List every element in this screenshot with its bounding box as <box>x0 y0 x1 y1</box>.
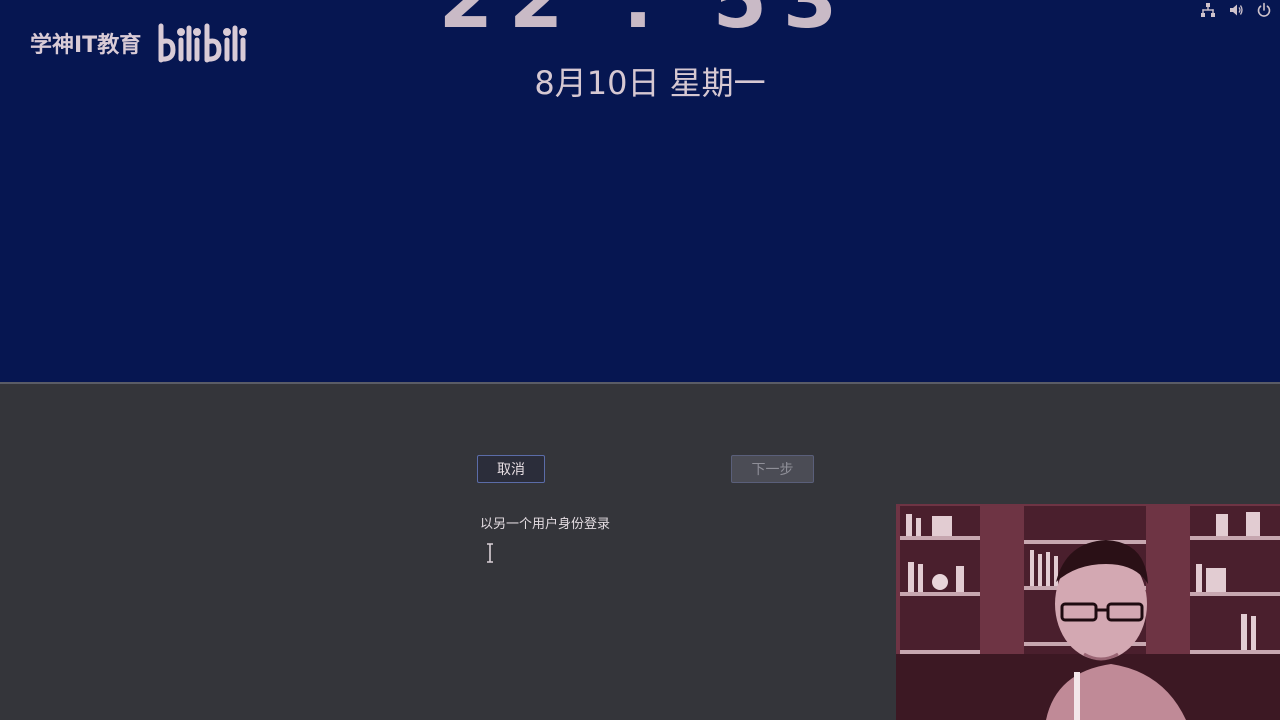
date-label: 8月10日 星期一 <box>534 64 766 102</box>
lock-screen-panel: 22 : 53 8月10日 星期一 学神IT教育 <box>0 0 1280 384</box>
webcam-overlay <box>896 504 1280 720</box>
login-as-another-user-link[interactable]: 以另一个用户身份登录 <box>480 513 610 532</box>
brand-text: 学神IT教育 <box>30 33 142 58</box>
power-icon[interactable] <box>1256 2 1272 18</box>
video-watermark: 学神IT教育 <box>30 22 249 64</box>
next-button[interactable]: 下一步 <box>731 455 814 483</box>
presenter-video-frame <box>896 504 1280 720</box>
volume-icon[interactable] <box>1228 2 1244 18</box>
cancel-button[interactable]: 取消 <box>477 455 545 483</box>
login-screen: 22 : 53 8月10日 星期一 学神IT教育 取消 下一步 以另一个用户身份… <box>0 0 1280 720</box>
network-icon[interactable] <box>1200 2 1216 18</box>
bilibili-logo <box>158 23 248 63</box>
text-cursor-icon <box>487 543 493 563</box>
system-tray <box>1200 2 1272 18</box>
